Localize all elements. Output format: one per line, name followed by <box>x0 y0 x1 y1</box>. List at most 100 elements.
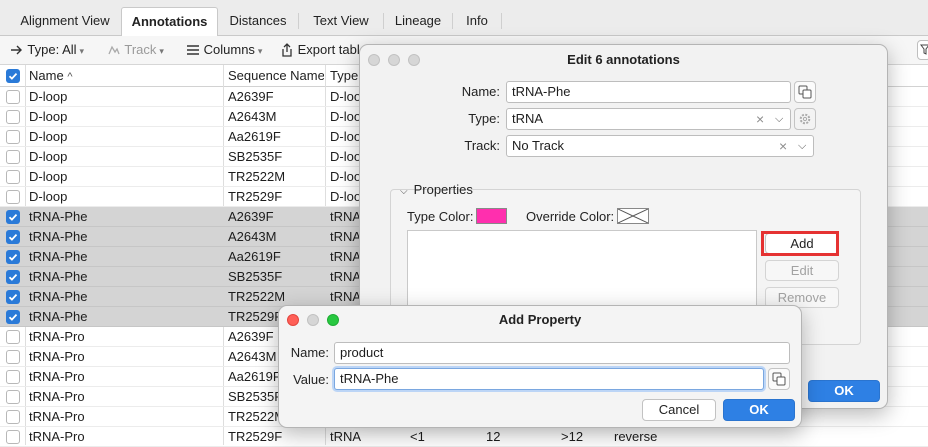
cell-seq: TR2529F <box>228 429 283 444</box>
tab-bar: Alignment View Annotations Distances Tex… <box>0 0 928 37</box>
cell-type: tRNA <box>330 429 362 444</box>
dialog-title: Edit 6 annotations <box>567 52 680 67</box>
chevron-down-icon[interactable]: ⌵ <box>775 109 783 129</box>
type-filter-button[interactable]: Type: All ▾ <box>10 41 84 59</box>
cell-c4: <1 <box>410 429 425 444</box>
checkmark-icon <box>8 313 18 321</box>
column-header-name-label: Name <box>29 68 64 83</box>
clear-icon[interactable]: × <box>756 109 764 129</box>
cell-name: D-loop <box>29 89 68 104</box>
row-checkbox[interactable] <box>6 170 20 184</box>
filter-icon <box>920 44 928 55</box>
add-property-ok-button[interactable]: OK <box>723 399 795 421</box>
cell-c6: >12 <box>561 429 584 444</box>
annotation-track-select[interactable]: No Track × ⌵ <box>506 135 814 157</box>
row-checkbox[interactable] <box>6 390 20 404</box>
track-label: Track: <box>464 138 500 153</box>
cell-seq: SB2535F <box>228 149 283 164</box>
cell-name: tRNA-Pro <box>29 369 85 384</box>
row-checkbox[interactable] <box>6 130 20 144</box>
tab-info[interactable]: Info <box>453 7 501 36</box>
value-history-button[interactable] <box>768 368 790 390</box>
property-name-label: Name: <box>290 345 329 360</box>
edit-ok-button[interactable]: OK <box>808 380 880 402</box>
property-value-input[interactable]: tRNA-Phe <box>334 368 764 390</box>
row-checkbox[interactable] <box>6 310 20 324</box>
cancel-button[interactable]: Cancel <box>642 399 716 421</box>
checkmark-icon <box>8 213 18 221</box>
cell-name: D-loop <box>29 149 68 164</box>
cell-seq: Aa2619F <box>228 249 281 264</box>
chevron-down-icon[interactable]: ⌵ <box>798 136 806 156</box>
type-value: tRNA <box>512 111 544 126</box>
row-checkbox[interactable] <box>6 430 20 444</box>
chevron-down-icon: ▾ <box>79 46 85 56</box>
track-label: Track <box>124 42 157 57</box>
row-checkbox[interactable] <box>6 150 20 164</box>
row-checkbox[interactable] <box>6 290 20 304</box>
columns-button[interactable]: Columns ▾ <box>186 41 262 59</box>
row-checkbox[interactable] <box>6 330 20 344</box>
cell-name: D-loop <box>29 169 68 184</box>
clear-icon[interactable]: × <box>779 136 787 156</box>
track-button[interactable]: Track ▾ <box>107 41 164 59</box>
cell-seq: A2643M <box>228 229 277 244</box>
tab-annotations[interactable]: Annotations <box>121 7 218 37</box>
tab-distances[interactable]: Distances <box>218 7 298 36</box>
property-value-label: Value: <box>293 372 329 387</box>
edit-property-button[interactable]: Edit <box>765 260 839 281</box>
export-table-button[interactable]: Export table <box>280 41 366 59</box>
select-all-checkbox[interactable] <box>6 69 20 83</box>
cell-name: D-loop <box>29 189 68 204</box>
property-name-input[interactable]: product <box>334 342 790 364</box>
cell-name: tRNA-Phe <box>29 209 88 224</box>
properties-disclosure[interactable]: ⌵ Properties <box>400 182 473 197</box>
cell-name: tRNA-Phe <box>29 309 88 324</box>
share-icon <box>282 43 292 57</box>
tab-text-view[interactable]: Text View <box>299 7 383 36</box>
row-checkbox[interactable] <box>6 90 20 104</box>
columns-icon <box>187 45 199 55</box>
type-color-swatch[interactable] <box>476 208 507 224</box>
row-checkbox[interactable] <box>6 230 20 244</box>
cell-seq: TR2522M <box>228 289 286 304</box>
row-checkbox[interactable] <box>6 350 20 364</box>
sort-ascending-icon: ^ <box>67 71 73 83</box>
tab-lineage[interactable]: Lineage <box>384 7 452 36</box>
properties-label: Properties <box>413 182 473 197</box>
checkmark-icon <box>8 253 18 261</box>
table-row[interactable]: tRNA-Pro TR2529F tRNA <1 12 >12 reverse <box>0 427 928 447</box>
type-filter-label: Type: All <box>27 42 77 57</box>
copy-icon <box>772 372 786 386</box>
override-color-label: Override Color: <box>526 209 615 224</box>
row-checkbox[interactable] <box>6 190 20 204</box>
chevron-down-icon: ▾ <box>159 46 164 56</box>
cell-name: tRNA-Pro <box>29 329 85 344</box>
row-checkbox[interactable] <box>6 250 20 264</box>
name-label: Name: <box>461 84 500 99</box>
row-checkbox[interactable] <box>6 210 20 224</box>
row-checkbox[interactable] <box>6 370 20 384</box>
cell-name: D-loop <box>29 129 68 144</box>
column-header-name[interactable]: Name ^ <box>29 65 219 87</box>
type-color-label: Type Color: <box>407 209 474 224</box>
annotation-name-input[interactable]: tRNA-Phe <box>506 81 791 103</box>
export-table-label: Export table <box>297 42 366 57</box>
row-checkbox[interactable] <box>6 410 20 424</box>
cell-name: D-loop <box>29 109 68 124</box>
cell-name: tRNA-Pro <box>29 429 85 444</box>
row-checkbox[interactable] <box>6 110 20 124</box>
column-header-sequence-name[interactable]: Sequence Name <box>228 65 324 87</box>
filter-button[interactable] <box>917 40 928 60</box>
type-settings-button[interactable] <box>794 108 816 130</box>
chevron-down-icon: ▾ <box>257 46 263 56</box>
cell-name: tRNA-Phe <box>29 289 88 304</box>
override-color-swatch[interactable] <box>617 208 649 224</box>
name-history-button[interactable] <box>794 81 816 103</box>
add-property-button[interactable]: Add <box>765 233 839 254</box>
copy-icon <box>798 85 812 99</box>
tab-alignment-view[interactable]: Alignment View <box>8 7 122 36</box>
checkmark-icon <box>8 72 18 80</box>
annotation-type-select[interactable]: tRNA × ⌵ <box>506 108 791 130</box>
row-checkbox[interactable] <box>6 270 20 284</box>
